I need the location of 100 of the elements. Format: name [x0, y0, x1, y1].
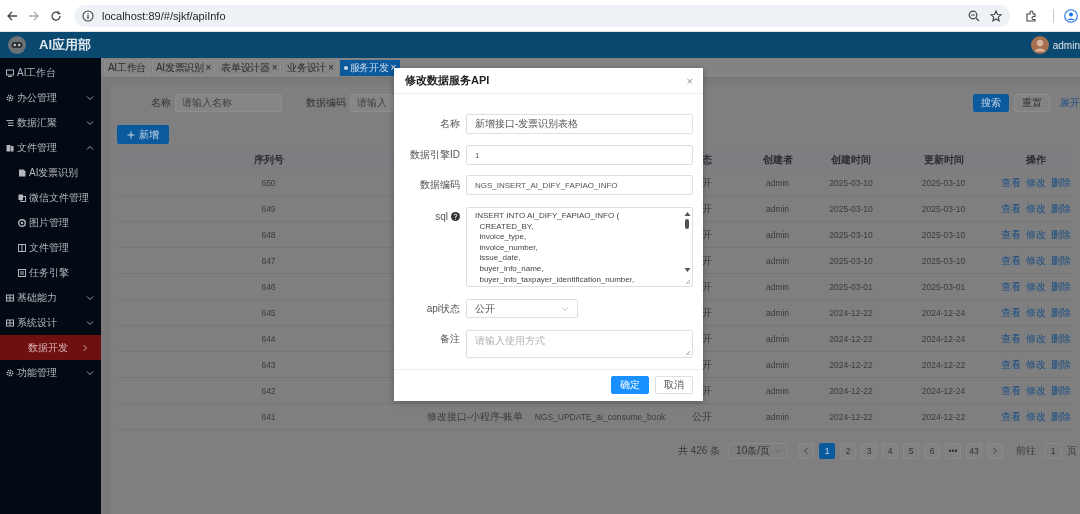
action-link[interactable]: 删除: [1051, 227, 1071, 242]
sidebar-item[interactable]: 系统设计: [0, 310, 101, 335]
sidebar-item[interactable]: 数据汇聚: [0, 110, 101, 135]
search-button[interactable]: 搜索: [973, 94, 1009, 112]
sidebar-item[interactable]: 图片管理: [0, 210, 101, 235]
search-field[interactable]: 请输入: [350, 94, 393, 112]
page-button[interactable]: 6: [924, 443, 940, 459]
status-select[interactable]: 公开: [466, 299, 578, 318]
add-button[interactable]: 新增: [117, 125, 169, 144]
text-field[interactable]: 新增接口-发票识别表格: [466, 114, 693, 134]
zoom-icon[interactable]: [968, 9, 980, 22]
sidebar-item[interactable]: 办公管理: [0, 85, 101, 110]
sidebar-item[interactable]: 任务引擎: [0, 260, 101, 285]
action-link[interactable]: 修改: [1026, 279, 1046, 294]
action-link[interactable]: 查看: [1001, 253, 1021, 268]
action-link[interactable]: 删除: [1051, 383, 1071, 398]
action-link[interactable]: 查看: [1001, 357, 1021, 372]
info-icon[interactable]: [82, 9, 94, 22]
page-button[interactable]: 43: [966, 443, 982, 459]
action-link[interactable]: 删除: [1051, 253, 1071, 268]
page-size-select[interactable]: 10条/页: [728, 443, 788, 459]
field-label: api状态: [426, 302, 460, 316]
sidebar-item[interactable]: 基础能力: [0, 285, 101, 310]
action-link[interactable]: 删除: [1051, 175, 1071, 190]
scroll-down-icon[interactable]: [683, 267, 691, 273]
puzzle-icon[interactable]: [1025, 9, 1037, 22]
sidebar-item[interactable]: 数据开发: [0, 335, 101, 360]
tab[interactable]: AI发票识别 ×: [151, 59, 216, 76]
sidebar-item[interactable]: AI发票识别: [0, 160, 101, 185]
search-field[interactable]: 请输入名称: [175, 94, 282, 112]
chevron-down-icon: [86, 293, 94, 302]
page-input[interactable]: 1: [1044, 443, 1062, 459]
text-field[interactable]: NGS_INSERT_AI_DIFY_FAPIAO_INFO: [466, 175, 693, 195]
table-cell: 649: [261, 203, 276, 214]
reload-icon[interactable]: [50, 9, 62, 22]
remark-field[interactable]: 请输入使用方式: [466, 330, 693, 358]
table-cell: admin: [765, 307, 790, 318]
close-button[interactable]: ×: [686, 74, 693, 87]
action-link[interactable]: 查看: [1001, 331, 1021, 346]
action-link[interactable]: 删除: [1051, 357, 1071, 372]
action-link[interactable]: 修改: [1026, 201, 1046, 216]
page-button[interactable]: •••: [945, 443, 961, 459]
table-cell: 641: [261, 411, 276, 422]
grid-icon: [6, 293, 14, 302]
sidebar-item[interactable]: 文件管理: [0, 135, 101, 160]
close-tab-button[interactable]: ×: [271, 62, 278, 73]
close-tab-button[interactable]: ×: [205, 62, 212, 73]
page-button[interactable]: 1: [819, 443, 835, 459]
reset-button[interactable]: 重置: [1014, 94, 1050, 112]
page-button[interactable]: 4: [882, 443, 898, 459]
resize-handle-icon[interactable]: [685, 350, 691, 356]
sidebar-item[interactable]: AI工作台: [0, 60, 101, 85]
action-link[interactable]: 删除: [1051, 279, 1071, 294]
sidebar-item[interactable]: 文件管理: [0, 235, 101, 260]
tab[interactable]: AI工作台: [104, 59, 150, 76]
scrollbar-thumb[interactable]: [685, 219, 689, 229]
action-link[interactable]: 查看: [1001, 409, 1021, 424]
action-link[interactable]: 删除: [1051, 201, 1071, 216]
close-tab-button[interactable]: ×: [328, 62, 334, 73]
action-link[interactable]: 删除: [1051, 409, 1071, 424]
sql-field[interactable]: INSERT INTO AI_DIFY_FAPIAO_INFO ( CREATED_BY, invoice_type, invoice_number, issue_date, buyer_info_name, buyer_info_taxpayer_identification_number,: [466, 207, 693, 287]
sidebar-item[interactable]: 微信文件管理: [0, 185, 101, 210]
action-link[interactable]: 查看: [1001, 175, 1021, 190]
action-link[interactable]: 修改: [1026, 331, 1046, 346]
action-link[interactable]: 修改: [1026, 409, 1046, 424]
action-link[interactable]: 删除: [1051, 305, 1071, 320]
action-link[interactable]: 修改: [1026, 305, 1046, 320]
star-icon[interactable]: [990, 9, 1002, 22]
action-link[interactable]: 修改: [1026, 175, 1046, 190]
resize-handle-icon[interactable]: [685, 279, 691, 285]
cancel-button[interactable]: 取消: [655, 376, 693, 394]
profile-icon[interactable]: [1064, 8, 1078, 23]
table-cell: 开: [702, 228, 712, 240]
page-button[interactable]: 5: [903, 443, 919, 459]
action-link[interactable]: 修改: [1026, 253, 1046, 268]
help-icon[interactable]: [451, 211, 460, 221]
sidebar-item[interactable]: 功能管理: [0, 360, 101, 385]
field-label: 名称: [151, 96, 171, 110]
tab[interactable]: 表单设计器 ×: [217, 59, 282, 76]
address-field[interactable]: localhost:89/#/sjkf/apiInfo: [102, 9, 226, 22]
action-link[interactable]: 修改: [1026, 383, 1046, 398]
action-link[interactable]: 查看: [1001, 227, 1021, 242]
action-link[interactable]: 查看: [1001, 201, 1021, 216]
user-name[interactable]: admin: [1052, 39, 1080, 51]
page-button[interactable]: 2: [840, 443, 856, 459]
avatar-icon[interactable]: [1030, 36, 1049, 54]
action-link[interactable]: 查看: [1001, 305, 1021, 320]
back-icon[interactable]: [6, 9, 18, 22]
expand-link[interactable]: 展开: [1060, 96, 1080, 110]
scroll-up-icon[interactable]: [683, 211, 691, 217]
gear-icon: [6, 368, 14, 377]
action-link[interactable]: 查看: [1001, 279, 1021, 294]
action-link[interactable]: 修改: [1026, 227, 1046, 242]
text-field[interactable]: 1: [466, 145, 693, 165]
page-button[interactable]: 3: [861, 443, 877, 459]
tab[interactable]: 业务设计 ×: [283, 59, 338, 76]
action-link[interactable]: 删除: [1051, 331, 1071, 346]
confirm-button[interactable]: 确定: [611, 376, 649, 394]
action-link[interactable]: 修改: [1026, 357, 1046, 372]
action-link[interactable]: 查看: [1001, 383, 1021, 398]
